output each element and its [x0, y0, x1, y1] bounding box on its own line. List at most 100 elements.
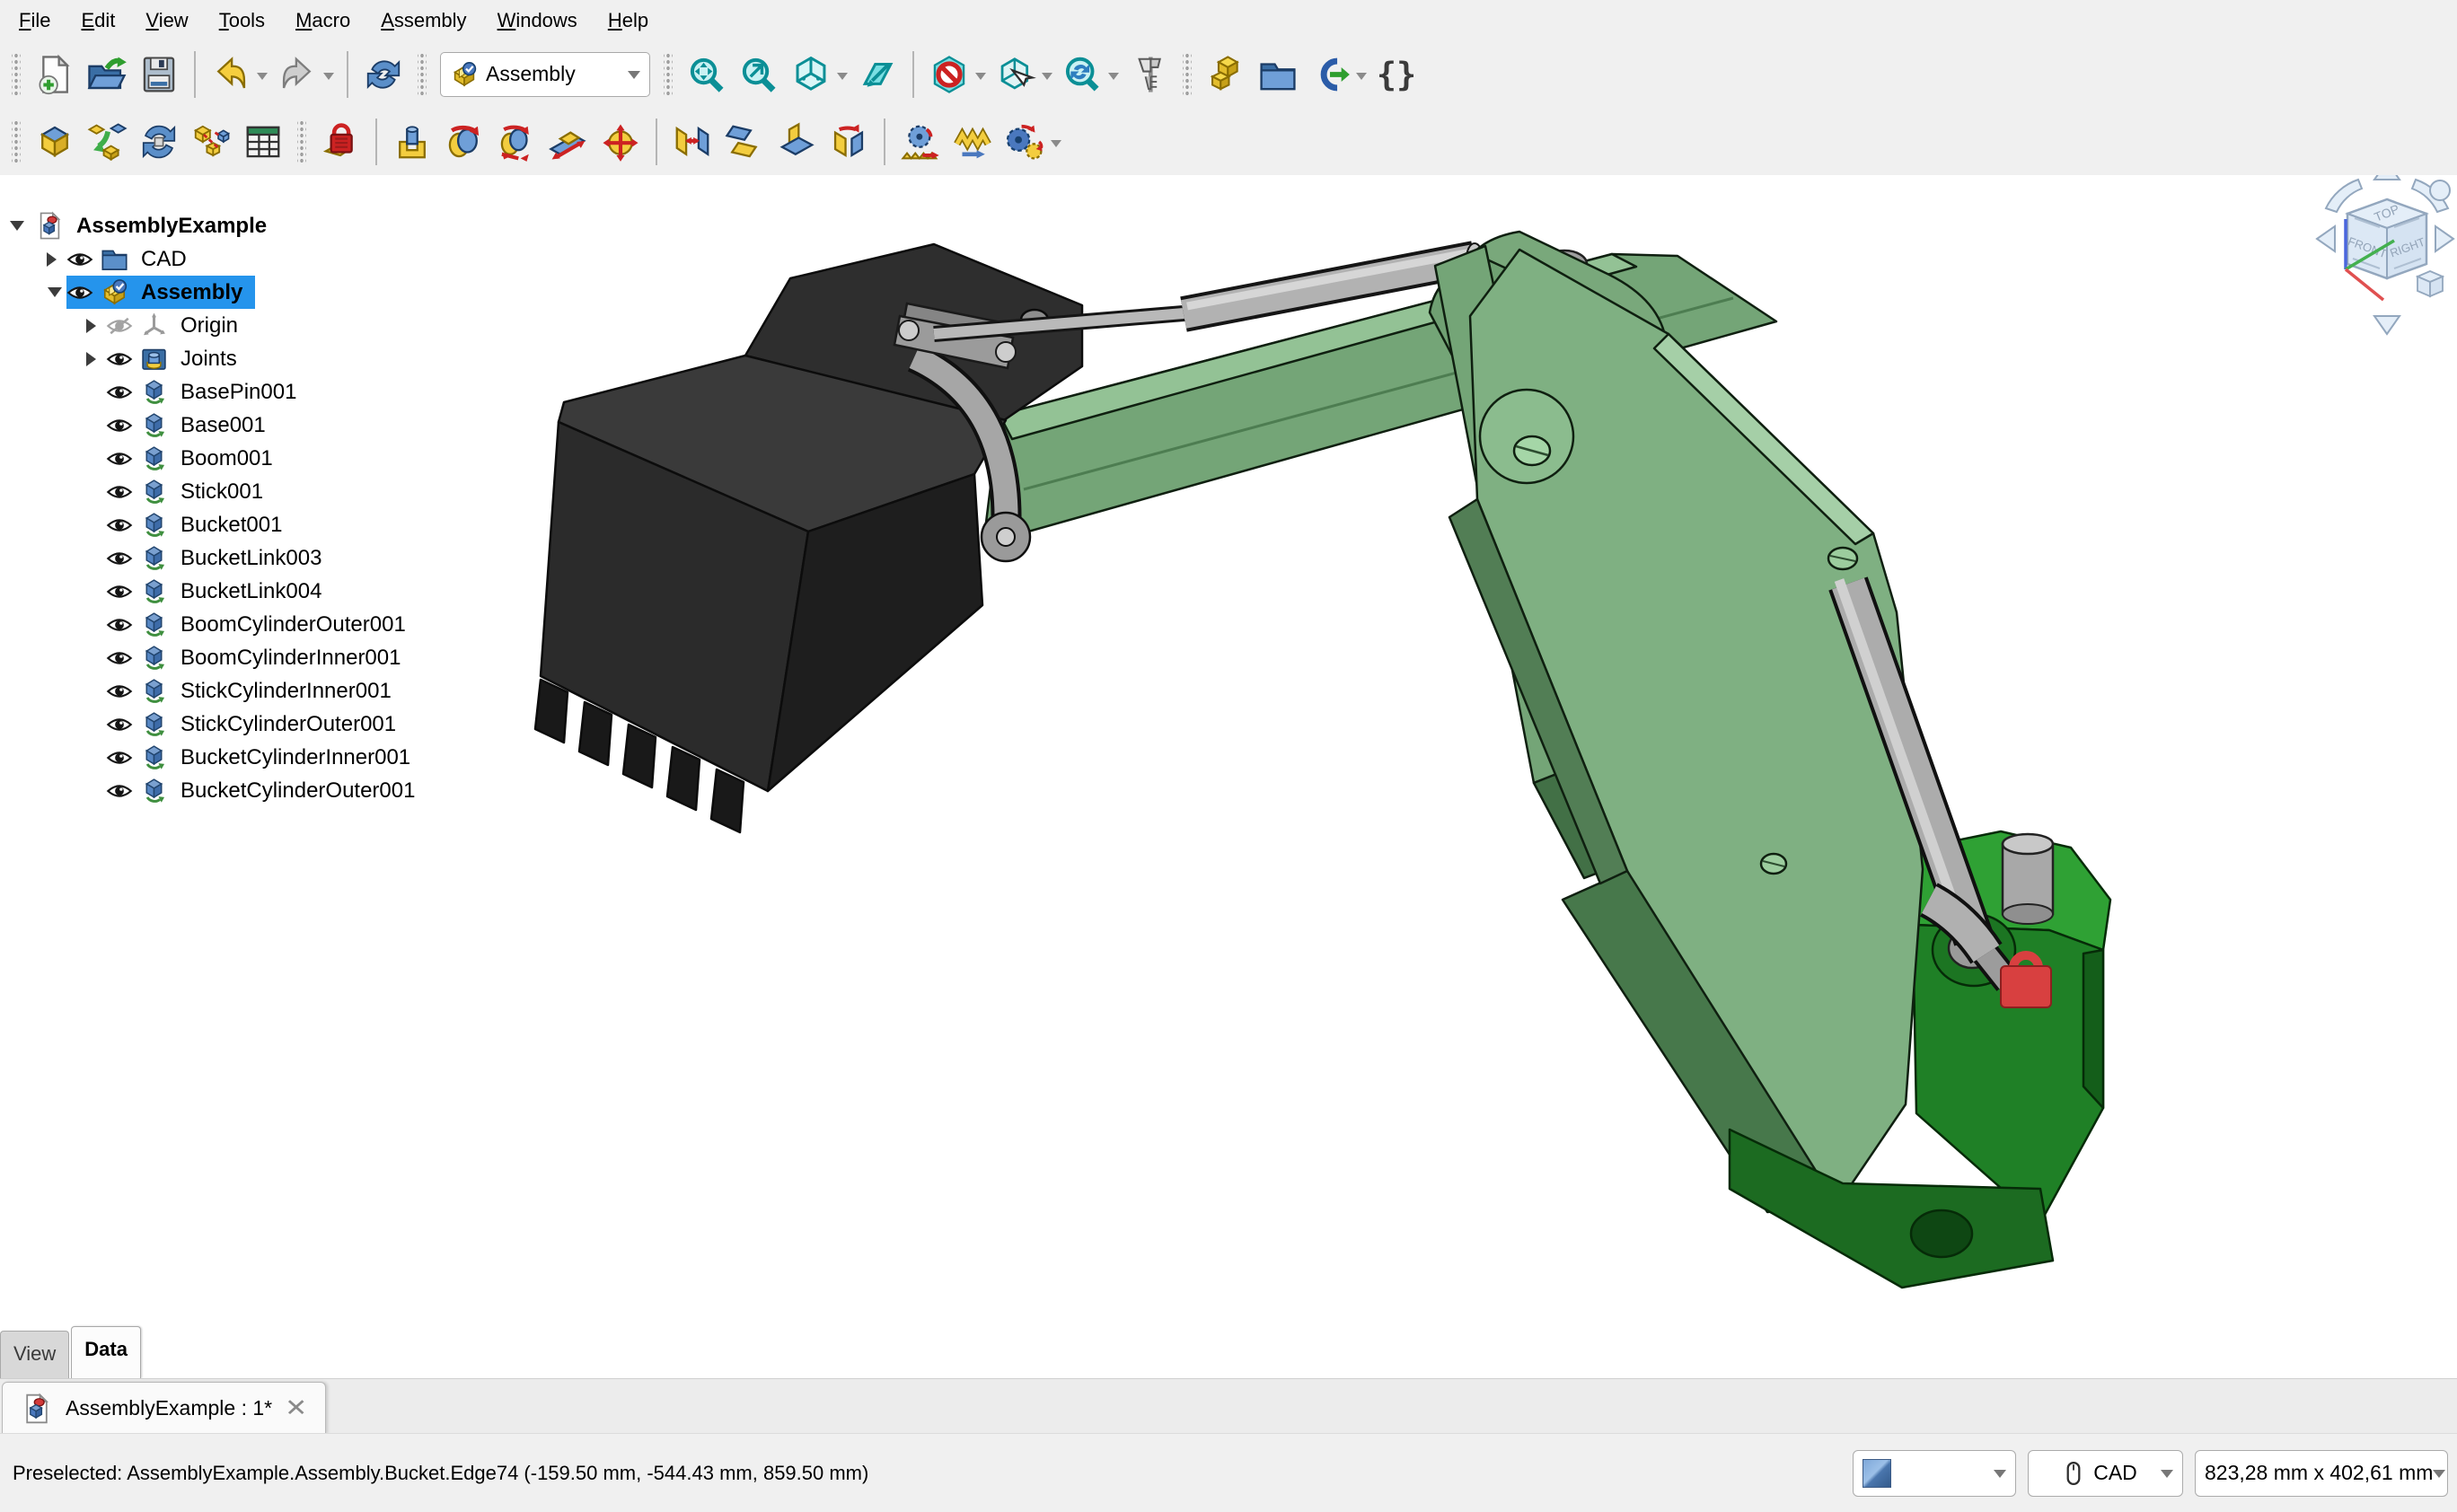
visibility-eye-icon[interactable]	[106, 412, 133, 439]
visibility-eye-icon[interactable]	[106, 778, 133, 804]
solve-assembly-button[interactable]	[133, 116, 185, 168]
base-pin-model[interactable]	[2003, 834, 2053, 924]
navcube-top-view-circle[interactable]	[2430, 180, 2450, 200]
toggle-grounded-button[interactable]	[314, 116, 366, 168]
tree-row-part[interactable]: BucketCylinderInner001	[0, 741, 449, 774]
menu-tools[interactable]: Tools	[204, 4, 280, 38]
tree-row-part[interactable]: BoomCylinderInner001	[0, 641, 449, 674]
box-selection-dropdown-arrow[interactable]	[1042, 73, 1052, 85]
selection-filter-button[interactable]	[923, 48, 975, 101]
navcube-rotate-left-arrow[interactable]	[2326, 180, 2362, 212]
tree-row-part[interactable]: StickCylinderInner001	[0, 674, 449, 708]
menu-file[interactable]: File	[4, 4, 66, 38]
fit-all-button[interactable]	[681, 48, 733, 101]
joint-ball-button[interactable]	[594, 116, 647, 168]
selection-filter-dropdown-arrow[interactable]	[975, 73, 986, 85]
joint-revolute-button[interactable]	[438, 116, 490, 168]
tab-data[interactable]: Data	[71, 1326, 141, 1378]
joint-screw-button[interactable]	[947, 116, 999, 168]
tree-row-part[interactable]: BucketLink004	[0, 575, 449, 608]
toolbar-grip[interactable]	[297, 121, 306, 163]
navcube-mini-cube[interactable]	[2417, 271, 2443, 296]
create-group-button[interactable]	[1252, 48, 1304, 101]
menu-macro[interactable]: Macro	[280, 4, 365, 38]
visibility-eye-icon[interactable]	[106, 678, 133, 705]
refresh-button[interactable]	[357, 48, 410, 101]
menu-windows[interactable]: Windows	[482, 4, 593, 38]
expand-arrow[interactable]	[5, 214, 29, 238]
create-varset-button[interactable]	[1370, 48, 1422, 101]
open-document-button[interactable]	[81, 48, 133, 101]
undo-dropdown-arrow[interactable]	[257, 73, 268, 85]
joint-parallel-button[interactable]	[718, 116, 771, 168]
draw-style-select[interactable]	[1853, 1450, 2016, 1497]
visibility-eye-icon[interactable]	[106, 346, 133, 373]
visibility-eye-icon[interactable]	[106, 645, 133, 672]
expand-arrow[interactable]	[43, 280, 66, 304]
toolbar-grip[interactable]	[12, 121, 21, 163]
bill-of-materials-button[interactable]	[237, 116, 289, 168]
tree-row-joints[interactable]: Joints	[0, 342, 449, 375]
tree-row-cad[interactable]: CAD	[0, 242, 449, 276]
visibility-eye-off-icon[interactable]	[106, 312, 133, 339]
menu-assembly[interactable]: Assembly	[365, 4, 481, 38]
navcube-up-arrow[interactable]	[2374, 175, 2400, 180]
boom-model[interactable]	[1435, 246, 1923, 1212]
document-tab[interactable]: AssemblyExample : 1* ✕	[2, 1382, 326, 1434]
sync-view-dropdown-arrow[interactable]	[1108, 73, 1119, 85]
visibility-eye-icon[interactable]	[106, 545, 133, 572]
tree-row-part[interactable]: Base001	[0, 409, 449, 442]
new-document-button[interactable]	[29, 48, 81, 101]
joint-distance-button[interactable]	[666, 116, 718, 168]
joint-slider-button[interactable]	[542, 116, 594, 168]
sync-view-button[interactable]	[1056, 48, 1108, 101]
viewport-dimensions-select[interactable]: 823,28 mm x 402,61 mm	[2195, 1450, 2448, 1497]
toolbar-grip[interactable]	[664, 54, 673, 95]
insert-component-button[interactable]	[81, 116, 133, 168]
navigation-cube[interactable]: TOP FRONT RIGHT	[2317, 175, 2453, 334]
section-view-button[interactable]	[851, 48, 903, 101]
tree-row-document[interactable]: AssemblyExample	[0, 209, 449, 242]
visibility-eye-icon[interactable]	[106, 379, 133, 406]
box-selection-button[interactable]	[990, 48, 1042, 101]
navcube-right-side-arrow[interactable]	[2435, 226, 2453, 251]
navcube-left-arrow[interactable]	[2317, 226, 2335, 251]
navcube-down-arrow[interactable]	[2374, 316, 2400, 334]
visibility-eye-icon[interactable]	[66, 279, 93, 306]
visibility-eye-icon[interactable]	[106, 512, 133, 539]
workbench-selector[interactable]: Assembly	[440, 52, 650, 97]
toolbar-grip[interactable]	[12, 54, 21, 95]
tree-row-part[interactable]: Bucket001	[0, 508, 449, 541]
axonometric-view-button[interactable]	[785, 48, 837, 101]
create-part-button[interactable]	[1200, 48, 1252, 101]
redo-button[interactable]	[271, 48, 323, 101]
tree-row-assembly[interactable]: Assembly	[0, 276, 449, 309]
joint-cylindrical-button[interactable]	[490, 116, 542, 168]
menu-view[interactable]: View	[130, 4, 203, 38]
tree-row-part[interactable]: BoomCylinderOuter001	[0, 608, 449, 641]
visibility-eye-icon[interactable]	[106, 445, 133, 472]
exploded-view-button[interactable]	[185, 116, 237, 168]
gears-dropdown-arrow[interactable]	[1051, 140, 1061, 153]
toolbar-grip[interactable]	[418, 54, 427, 95]
menu-edit[interactable]: Edit	[66, 4, 130, 38]
visibility-eye-icon[interactable]	[106, 611, 133, 638]
visibility-eye-icon[interactable]	[66, 246, 93, 273]
tree-row-part[interactable]: Stick001	[0, 475, 449, 508]
tree-row-part[interactable]: Boom001	[0, 442, 449, 475]
visibility-eye-icon[interactable]	[106, 578, 133, 605]
save-document-button[interactable]	[133, 48, 185, 101]
expand-arrow[interactable]	[83, 319, 106, 333]
expand-arrow[interactable]	[43, 252, 66, 267]
link-dropdown-arrow[interactable]	[1356, 73, 1367, 85]
visibility-eye-icon[interactable]	[106, 479, 133, 505]
joint-gears-button[interactable]	[999, 116, 1051, 168]
create-assembly-button[interactable]	[29, 116, 81, 168]
redo-dropdown-arrow[interactable]	[323, 73, 334, 85]
stick-pivot-lug[interactable]	[1480, 390, 1573, 483]
fit-selection-button[interactable]	[733, 48, 785, 101]
joint-fixed-button[interactable]	[386, 116, 438, 168]
make-link-button[interactable]	[1304, 48, 1356, 101]
visibility-eye-icon[interactable]	[106, 744, 133, 771]
tree-row-origin[interactable]: Origin	[0, 309, 449, 342]
